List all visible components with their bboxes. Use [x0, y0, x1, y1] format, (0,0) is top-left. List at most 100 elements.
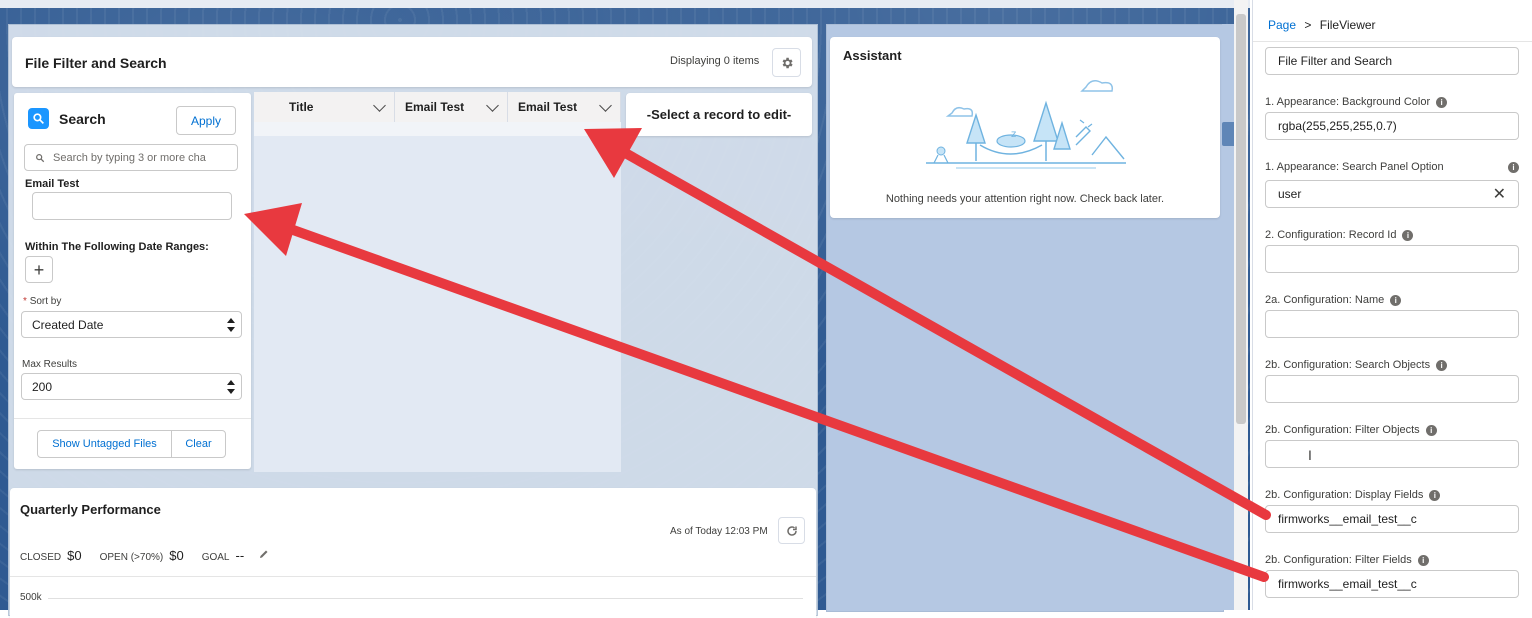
- email-label: Email Test: [25, 178, 80, 190]
- info-icon[interactable]: i: [1417, 554, 1429, 566]
- field-label-text: 2b. Configuration: Filter Fields: [1265, 554, 1412, 566]
- y-tick-label: 500k: [20, 592, 42, 603]
- goal-value: --: [235, 548, 245, 563]
- field-label: 1. Appearance: Background Color i: [1265, 96, 1448, 108]
- search-icon: [33, 113, 44, 124]
- close-icon[interactable]: ✕: [1493, 184, 1506, 204]
- field-value: rgba(255,255,255,0.7): [1278, 119, 1397, 133]
- name-field[interactable]: [1265, 310, 1519, 338]
- field-label-text: 2b. Configuration: Search Objects: [1265, 359, 1431, 371]
- info-icon[interactable]: i: [1429, 489, 1441, 501]
- chevron-down-icon[interactable]: [373, 99, 386, 112]
- as-of-time: As of Today 12:03 PM: [670, 526, 768, 537]
- info-icon[interactable]: i: [1508, 161, 1519, 173]
- sort-label-text: Sort by: [29, 296, 62, 307]
- info-icon[interactable]: i: [1402, 229, 1414, 241]
- plus-icon: +: [33, 259, 45, 280]
- refresh-button[interactable]: [778, 517, 805, 544]
- column-header-email-test-2[interactable]: Email Test: [508, 92, 621, 122]
- page-title: File Filter and Search: [25, 55, 167, 71]
- chart-divider: [10, 576, 816, 577]
- clear-button[interactable]: Clear: [171, 430, 226, 458]
- show-untagged-button[interactable]: Show Untagged Files: [37, 430, 172, 458]
- text-cursor-icon: I: [1308, 447, 1312, 463]
- items-count: Displaying 0 items: [670, 55, 760, 67]
- record-id-field[interactable]: [1265, 245, 1519, 273]
- field-label-text: 1. Appearance: Search Panel Option: [1265, 161, 1444, 173]
- refresh-icon: [786, 525, 797, 536]
- breadcrumb: Page > FileViewer: [1268, 18, 1376, 32]
- assistant-message: Nothing needs your attention right now. …: [885, 193, 1165, 205]
- field-label: 2b. Configuration: Filter Fields i: [1265, 554, 1429, 566]
- goal-label: GOAL: [201, 552, 230, 563]
- canvas-scrollbar[interactable]: [1236, 14, 1246, 424]
- results-table: Title Email Test Email Test: [254, 92, 621, 472]
- closed-value: $0: [67, 548, 82, 563]
- sort-select[interactable]: Created Date: [21, 311, 242, 338]
- column-email-label: Email Test: [405, 100, 465, 114]
- table-empty-row: [254, 122, 621, 136]
- breadcrumb-divider: [1253, 41, 1532, 42]
- field-label: 1. Appearance: Search Panel Option i: [1265, 161, 1519, 173]
- field-label-text: 2b. Configuration: Filter Objects: [1265, 424, 1420, 436]
- field-value: user: [1278, 187, 1302, 201]
- date-ranges-label: Within The Following Date Ranges:: [25, 241, 209, 253]
- panel-divider: [14, 418, 251, 419]
- max-results-value: 200: [32, 379, 53, 394]
- field-label: 2b. Configuration: Display Fields i: [1265, 489, 1441, 501]
- background-color-field[interactable]: rgba(255,255,255,0.7): [1265, 112, 1519, 140]
- column-header-title[interactable]: Title: [254, 92, 395, 122]
- closed-label: CLOSED: [20, 552, 62, 563]
- info-icon[interactable]: i: [1425, 424, 1437, 436]
- field-label: 2b. Configuration: Filter Objects i: [1265, 424, 1437, 436]
- field-label: 2a. Configuration: Name i: [1265, 294, 1402, 306]
- updown-icon: [227, 317, 235, 332]
- breadcrumb-page[interactable]: Page: [1268, 18, 1296, 32]
- add-date-range-button[interactable]: +: [25, 256, 53, 283]
- field-label: 2. Configuration: Record Id i: [1265, 229, 1414, 241]
- column-email2-label: Email Test: [518, 100, 578, 114]
- sort-value: Created Date: [32, 317, 104, 332]
- canvas-top-bar: [0, 0, 1250, 8]
- field-label-text: 2a. Configuration: Name: [1265, 294, 1385, 306]
- metrics-row: CLOSED $0 OPEN (>70%) $0 GOAL --: [20, 548, 270, 563]
- field-label-text: 1. Appearance: Background Color: [1265, 96, 1431, 108]
- info-icon[interactable]: i: [1390, 294, 1402, 306]
- assistant-card: Assistant z Nothing needs your attention…: [830, 37, 1220, 218]
- chevron-down-icon[interactable]: [486, 99, 499, 112]
- email-field[interactable]: [32, 192, 232, 220]
- sort-label: * Sort by: [23, 296, 61, 307]
- field-label-text: 2. Configuration: Record Id: [1265, 229, 1397, 241]
- field-label: 2b. Configuration: Search Objects i: [1265, 359, 1448, 371]
- chevron-down-icon[interactable]: [599, 99, 612, 112]
- apply-button[interactable]: Apply: [176, 106, 236, 135]
- required-marker: *: [23, 296, 27, 307]
- filter-objects-field[interactable]: I: [1265, 440, 1519, 468]
- component-title-field[interactable]: File Filter and Search: [1265, 47, 1519, 75]
- search-panel-option-field[interactable]: user ✕: [1265, 180, 1519, 208]
- display-fields-field[interactable]: firmworks__email_test__c: [1265, 505, 1519, 533]
- search-placeholder: Search by typing 3 or more cha: [53, 151, 206, 164]
- search-badge: [28, 108, 49, 129]
- panel-collapse-handle[interactable]: [1222, 122, 1234, 146]
- field-value: firmworks__email_test__c: [1278, 512, 1417, 526]
- column-title-label: Title: [289, 100, 314, 114]
- search-input[interactable]: Search by typing 3 or more cha: [24, 144, 238, 171]
- search-title: Search: [59, 111, 106, 127]
- open-value: $0: [169, 548, 184, 563]
- properties-panel: Page > FileViewer File Filter and Search…: [1252, 0, 1532, 610]
- column-header-email-test[interactable]: Email Test: [395, 92, 508, 122]
- quarterly-performance-card: Quarterly Performance As of Today 12:03 …: [10, 488, 816, 618]
- hammock-illustration: z: [926, 80, 1126, 169]
- updown-icon: [227, 379, 235, 394]
- info-icon[interactable]: i: [1436, 96, 1448, 108]
- filter-fields-field[interactable]: firmworks__email_test__c: [1265, 570, 1519, 598]
- max-results-select[interactable]: 200: [21, 373, 242, 400]
- breadcrumb-current: FileViewer: [1319, 18, 1376, 32]
- select-record-card: -Select a record to edit-: [626, 93, 812, 136]
- pencil-icon[interactable]: [258, 548, 270, 560]
- info-icon[interactable]: i: [1436, 359, 1448, 371]
- svg-text:z: z: [1011, 129, 1016, 140]
- settings-button[interactable]: [772, 48, 801, 77]
- search-objects-field[interactable]: [1265, 375, 1519, 403]
